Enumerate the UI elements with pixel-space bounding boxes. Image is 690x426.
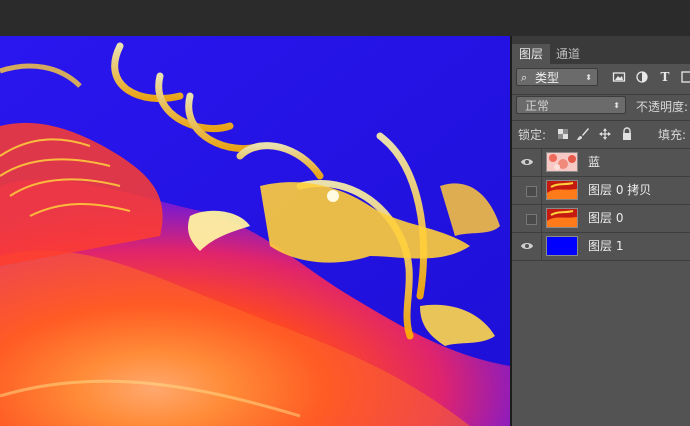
layer-row-layer1[interactable]: 图层 1 bbox=[512, 233, 690, 261]
layer-name[interactable]: 图层 0 bbox=[588, 205, 623, 232]
opacity-label: 不透明度: bbox=[636, 100, 689, 114]
separator bbox=[541, 233, 542, 260]
tab-channels[interactable]: 通道 bbox=[549, 44, 587, 64]
fill-label: 填充: bbox=[658, 128, 687, 142]
visibility-toggle[interactable] bbox=[516, 177, 538, 204]
options-bar bbox=[0, 0, 690, 36]
dragon-artwork bbox=[0, 36, 510, 426]
separator bbox=[541, 177, 542, 204]
image-icon[interactable] bbox=[612, 70, 626, 84]
filter-kind-label: 类型 bbox=[535, 71, 560, 85]
visibility-toggle[interactable] bbox=[516, 205, 538, 232]
separator bbox=[541, 205, 542, 232]
chevron-updown-icon: ⬍ bbox=[585, 73, 592, 82]
search-icon: ⌕ bbox=[521, 71, 528, 84]
panel-tabs: 图层 通道 bbox=[512, 36, 690, 64]
layer-thumbnail bbox=[546, 236, 578, 256]
layer-thumbnail bbox=[546, 180, 578, 200]
text-icon[interactable]: T bbox=[658, 70, 672, 84]
layer-name[interactable]: 图层 0 拷贝 bbox=[588, 177, 651, 204]
eye-icon[interactable] bbox=[516, 233, 538, 260]
layer-name[interactable]: 蓝 bbox=[588, 149, 600, 176]
layer-thumbnail bbox=[546, 208, 578, 228]
lock-label: 锁定: bbox=[518, 128, 547, 142]
separator bbox=[541, 149, 542, 176]
layers-panel: 图层 通道 ⌕ 类型 ⬍ T 正常 ⬍ 不透明度: 锁定: 填充: 蓝 图层 0… bbox=[512, 36, 690, 426]
eye-icon[interactable] bbox=[516, 149, 538, 176]
document-canvas[interactable] bbox=[0, 36, 510, 426]
layer-row-lan[interactable]: 蓝 bbox=[512, 149, 690, 177]
lock-brush-icon[interactable] bbox=[576, 127, 590, 141]
layer-row-layer0[interactable]: 图层 0 bbox=[512, 205, 690, 233]
chevron-updown-icon: ⬍ bbox=[613, 101, 620, 110]
visibility-box bbox=[526, 186, 537, 197]
layer-row-layer0-copy[interactable]: 图层 0 拷贝 bbox=[512, 177, 690, 205]
blend-row: 正常 ⬍ 不透明度: bbox=[512, 96, 690, 118]
tab-layers[interactable]: 图层 bbox=[512, 44, 551, 64]
blend-mode-label: 正常 bbox=[525, 99, 550, 113]
layer-name[interactable]: 图层 1 bbox=[588, 233, 623, 260]
adjustment-icon[interactable] bbox=[635, 70, 649, 84]
lock-all-icon[interactable] bbox=[620, 127, 634, 141]
filter-kind-dropdown[interactable]: ⌕ 类型 ⬍ bbox=[516, 68, 598, 86]
lock-pixels-icon[interactable] bbox=[556, 127, 570, 141]
lock-position-icon[interactable] bbox=[598, 127, 612, 141]
lock-row: 锁定: 填充: bbox=[512, 124, 690, 146]
visibility-box bbox=[526, 214, 537, 225]
blend-mode-dropdown[interactable]: 正常 ⬍ bbox=[516, 96, 626, 114]
shape-icon[interactable] bbox=[680, 70, 690, 84]
separator bbox=[512, 94, 690, 95]
layer-thumbnail bbox=[546, 152, 578, 172]
filter-row: ⌕ 类型 ⬍ T bbox=[512, 68, 690, 90]
separator bbox=[512, 120, 690, 121]
